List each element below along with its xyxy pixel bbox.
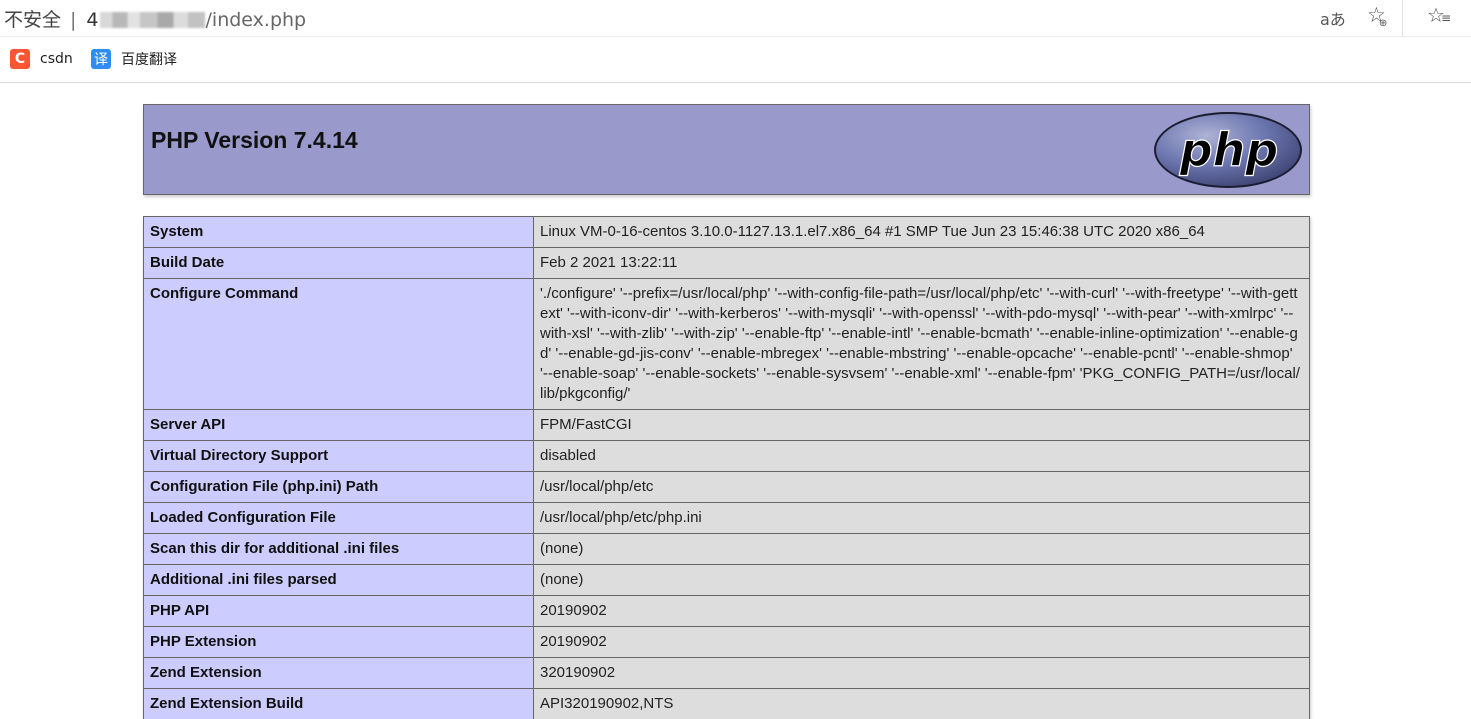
phpinfo-table: SystemLinux VM-0-16-centos 3.10.0-1127.1… (143, 216, 1310, 719)
table-row: Zend Extension320190902 (144, 658, 1310, 689)
php-logo-text: php (1179, 123, 1279, 177)
redacted-host (100, 12, 205, 28)
row-key: Virtual Directory Support (144, 441, 534, 472)
row-key: Configuration File (php.ini) Path (144, 472, 534, 503)
favorites-icon[interactable]: ☆≡ (1427, 3, 1455, 27)
row-value: /usr/local/php/etc (534, 472, 1310, 503)
security-label[interactable]: 不安全 (4, 9, 61, 31)
table-row: SystemLinux VM-0-16-centos 3.10.0-1127.1… (144, 217, 1310, 248)
row-value: 20190902 (534, 627, 1310, 658)
row-key: Zend Extension (144, 658, 534, 689)
row-value: /usr/local/php/etc/php.ini (534, 503, 1310, 534)
table-row: Loaded Configuration File/usr/local/php/… (144, 503, 1310, 534)
row-value: Feb 2 2021 13:22:11 (534, 248, 1310, 279)
row-value: './configure' '--prefix=/usr/local/php' … (534, 279, 1310, 410)
translate-icon: 译 (91, 49, 111, 69)
row-key: Configure Command (144, 279, 534, 410)
table-row: Build DateFeb 2 2021 13:22:11 (144, 248, 1310, 279)
bookmark-baidu-translate[interactable]: 译 百度翻译 (91, 49, 177, 69)
url-path: /index.php (206, 9, 307, 31)
address-bar-divider (1402, 0, 1403, 36)
php-logo-icon: php (1153, 111, 1303, 189)
phpinfo-header: PHP Version 7.4.14 php (143, 104, 1310, 195)
bookmark-label: csdn (40, 51, 73, 67)
read-aloud-icon[interactable]: aあ (1320, 6, 1346, 30)
row-key: PHP API (144, 596, 534, 627)
page-title: PHP Version 7.4.14 (151, 127, 358, 154)
row-key: Additional .ini files parsed (144, 565, 534, 596)
table-row: Configure Command'./configure' '--prefix… (144, 279, 1310, 410)
row-key: Server API (144, 410, 534, 441)
url-separator: | (70, 9, 76, 31)
row-value: 320190902 (534, 658, 1310, 689)
bookmark-csdn[interactable]: C csdn (10, 49, 73, 69)
add-favorite-icon[interactable]: ☆⊕ (1367, 3, 1394, 27)
row-key: Build Date (144, 248, 534, 279)
row-value: 20190902 (534, 596, 1310, 627)
page-content: PHP Version 7.4.14 php SystemLinux VM-0-… (0, 83, 1471, 719)
table-row: Additional .ini files parsed(none) (144, 565, 1310, 596)
bookmarks-bar: C csdn 译 百度翻译 (0, 37, 1471, 83)
row-value: disabled (534, 441, 1310, 472)
url-display[interactable]: 不安全 | 4/index.php (4, 5, 306, 32)
url-host: 4 (86, 9, 98, 31)
row-key: PHP Extension (144, 627, 534, 658)
row-value: (none) (534, 565, 1310, 596)
row-value: FPM/FastCGI (534, 410, 1310, 441)
row-value: (none) (534, 534, 1310, 565)
table-row: Scan this dir for additional .ini files(… (144, 534, 1310, 565)
table-row: PHP API20190902 (144, 596, 1310, 627)
table-row: Configuration File (php.ini) Path/usr/lo… (144, 472, 1310, 503)
row-key: Zend Extension Build (144, 689, 534, 719)
table-row: PHP Extension20190902 (144, 627, 1310, 658)
row-value: Linux VM-0-16-centos 3.10.0-1127.13.1.el… (534, 217, 1310, 248)
table-row: Virtual Directory Supportdisabled (144, 441, 1310, 472)
address-bar[interactable]: 不安全 | 4/index.php aあ ☆⊕ ☆≡ (0, 0, 1471, 37)
row-key: Scan this dir for additional .ini files (144, 534, 534, 565)
row-key: System (144, 217, 534, 248)
table-row: Server APIFPM/FastCGI (144, 410, 1310, 441)
bookmark-label: 百度翻译 (121, 49, 177, 69)
row-value: API320190902,NTS (534, 689, 1310, 719)
row-key: Loaded Configuration File (144, 503, 534, 534)
csdn-icon: C (10, 49, 30, 69)
table-row: Zend Extension BuildAPI320190902,NTS (144, 689, 1310, 719)
